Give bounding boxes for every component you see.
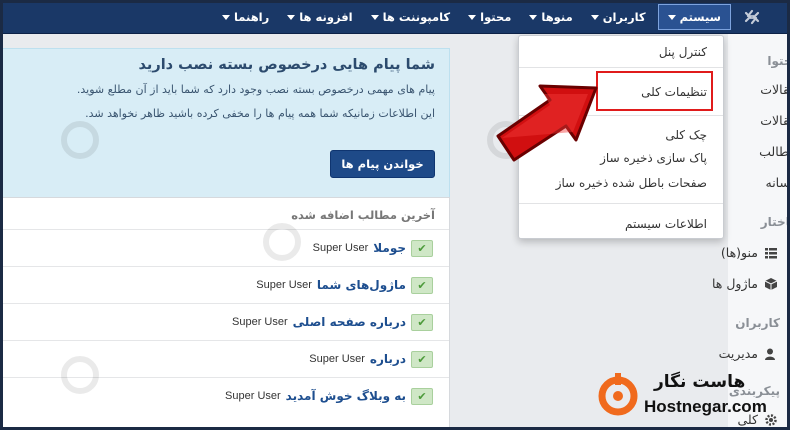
- sidebar-item-label: مطالب: [759, 144, 790, 159]
- check-icon[interactable]: ✔: [411, 239, 433, 257]
- menu-content-label: محتوا: [480, 10, 512, 24]
- read-messages-button[interactable]: خواندن پیام ها: [330, 150, 435, 178]
- sidebar-heading-users: کاربران: [735, 316, 780, 330]
- menu-item-control-panel[interactable]: کنترل پنل: [659, 45, 707, 59]
- menu-components-label: کامپوننت ها: [382, 10, 451, 24]
- article-author: Super User: [225, 390, 281, 402]
- menu-extensions-label: افزونه ها: [299, 10, 353, 24]
- check-icon[interactable]: ✔: [411, 350, 433, 368]
- list-icon: [765, 247, 777, 258]
- watermark-logo-icon: [61, 356, 99, 394]
- sidebar-item-label: منو(ها): [720, 245, 758, 260]
- menu-components[interactable]: کامپوننت ها: [362, 0, 460, 34]
- watermark: [60, 120, 100, 163]
- article-row[interactable]: ✔ درباره صفحه اصلی Super User: [0, 303, 449, 340]
- menu-item-system-information[interactable]: اطلاعات سیستم: [625, 217, 707, 231]
- article-author: Super User: [256, 279, 312, 291]
- chevron-down-icon: [370, 14, 379, 20]
- main-menu: سیستم کاربران منوها محتوا کامپوننت ها اف…: [213, 0, 734, 34]
- menu-users[interactable]: کاربران: [582, 0, 655, 34]
- article-title[interactable]: به وبلاگ خوش آمدید: [286, 389, 406, 403]
- brand-name-en: Hostnegar.com: [644, 397, 767, 416]
- sidebar-item-label: ماژول ها: [711, 276, 758, 291]
- highlight-box: [596, 71, 713, 111]
- brand-name-fa: هاست نگار: [654, 372, 746, 392]
- menu-content[interactable]: محتوا: [459, 0, 520, 34]
- sidebar-item-modules[interactable]: ماژول ها: [712, 276, 778, 291]
- check-icon[interactable]: ✔: [411, 387, 433, 405]
- menu-menus[interactable]: منوها: [520, 0, 581, 34]
- sidebar-item-label: رسانه: [765, 175, 790, 190]
- top-navbar: سیستم کاربران منوها محتوا کامپوننت ها اف…: [0, 0, 790, 34]
- menu-item-global-checkin[interactable]: چک کلی: [665, 128, 707, 142]
- alert-line-2: این اطلاعات زمانیکه شما همه پیام ها را م…: [85, 107, 435, 120]
- article-author: Super User: [232, 316, 288, 328]
- menu-help-label: راهنما: [233, 10, 270, 24]
- sidebar-item-label: مدیریت: [718, 346, 758, 361]
- article-title[interactable]: درباره: [370, 352, 406, 366]
- sidebar-heading-content: محتوا: [767, 54, 790, 68]
- panel-title: آخرین مطالب اضافه شده: [291, 208, 435, 222]
- chevron-down-icon: [529, 14, 538, 20]
- divider: [519, 203, 723, 204]
- chevron-down-icon: [468, 14, 477, 20]
- article-title[interactable]: ماژول‌های شما: [317, 278, 406, 292]
- watermark: [262, 222, 302, 265]
- chevron-down-icon: [590, 14, 599, 20]
- sidebar-item-media[interactable]: رسانه: [766, 175, 790, 190]
- arrow-pointer-icon: [496, 84, 598, 162]
- sidebar-item-label: مقالات: [760, 82, 790, 97]
- menu-system-label: سیستم: [679, 10, 721, 24]
- alert-line-1: پیام های مهمی درخصوص بسته نصب وجود دارد …: [76, 83, 435, 96]
- menu-system[interactable]: سیستم: [657, 4, 731, 30]
- sidebar: محتوا مقالات مقالات مطالب رسانه ساختار م…: [712, 34, 790, 430]
- menu-item-clear-expired-cache[interactable]: صفحات باطل شده ذخیره ساز: [556, 176, 707, 190]
- check-icon[interactable]: ✔: [411, 313, 433, 331]
- menu-menus-label: منوها: [541, 10, 573, 24]
- article-author: Super User: [309, 353, 365, 365]
- watermark-logo-icon: [263, 223, 301, 261]
- sidebar-item-label: مقالات: [760, 113, 790, 128]
- alert-title: شما پیام هایی درخصوص بسته نصب دارید: [138, 57, 435, 73]
- article-title[interactable]: جوملا: [373, 241, 406, 255]
- article-row[interactable]: ✔ جوملا Super User: [0, 229, 449, 266]
- menu-users-label: کاربران: [602, 10, 646, 24]
- menu-item-clear-cache[interactable]: پاک سازی ذخیره ساز: [600, 151, 707, 165]
- hostnegar-brand: هاست نگار Hostnegar.com: [596, 372, 776, 422]
- sidebar-item-categories[interactable]: مطالب: [759, 144, 790, 159]
- chevron-down-icon: [667, 14, 676, 20]
- sidebar-item-articles-2[interactable]: مقالات: [760, 113, 790, 128]
- watermark: [60, 355, 100, 398]
- check-icon[interactable]: ✔: [411, 276, 433, 294]
- watermark-logo-icon: [61, 121, 99, 159]
- sidebar-item-menus[interactable]: منو(ها): [721, 245, 778, 260]
- sidebar-item-manage[interactable]: مدیریت: [719, 346, 778, 361]
- chevron-down-icon: [287, 14, 296, 20]
- sidebar-heading-structure: ساختار: [760, 215, 790, 229]
- article-author: Super User: [312, 242, 369, 254]
- menu-extensions[interactable]: افزونه ها: [278, 0, 361, 34]
- sidebar-item-articles[interactable]: مقالات: [760, 82, 790, 97]
- cube-icon: [764, 277, 778, 290]
- user-icon: [765, 348, 775, 360]
- article-row[interactable]: ✔ ماژول‌های شما Super User: [0, 266, 449, 303]
- chevron-down-icon: [221, 14, 230, 20]
- hostnegar-logo-icon: [598, 373, 638, 416]
- menu-help[interactable]: راهنما: [213, 0, 278, 34]
- joomla-logo-icon[interactable]: [742, 8, 762, 26]
- article-title[interactable]: درباره صفحه اصلی: [293, 315, 406, 329]
